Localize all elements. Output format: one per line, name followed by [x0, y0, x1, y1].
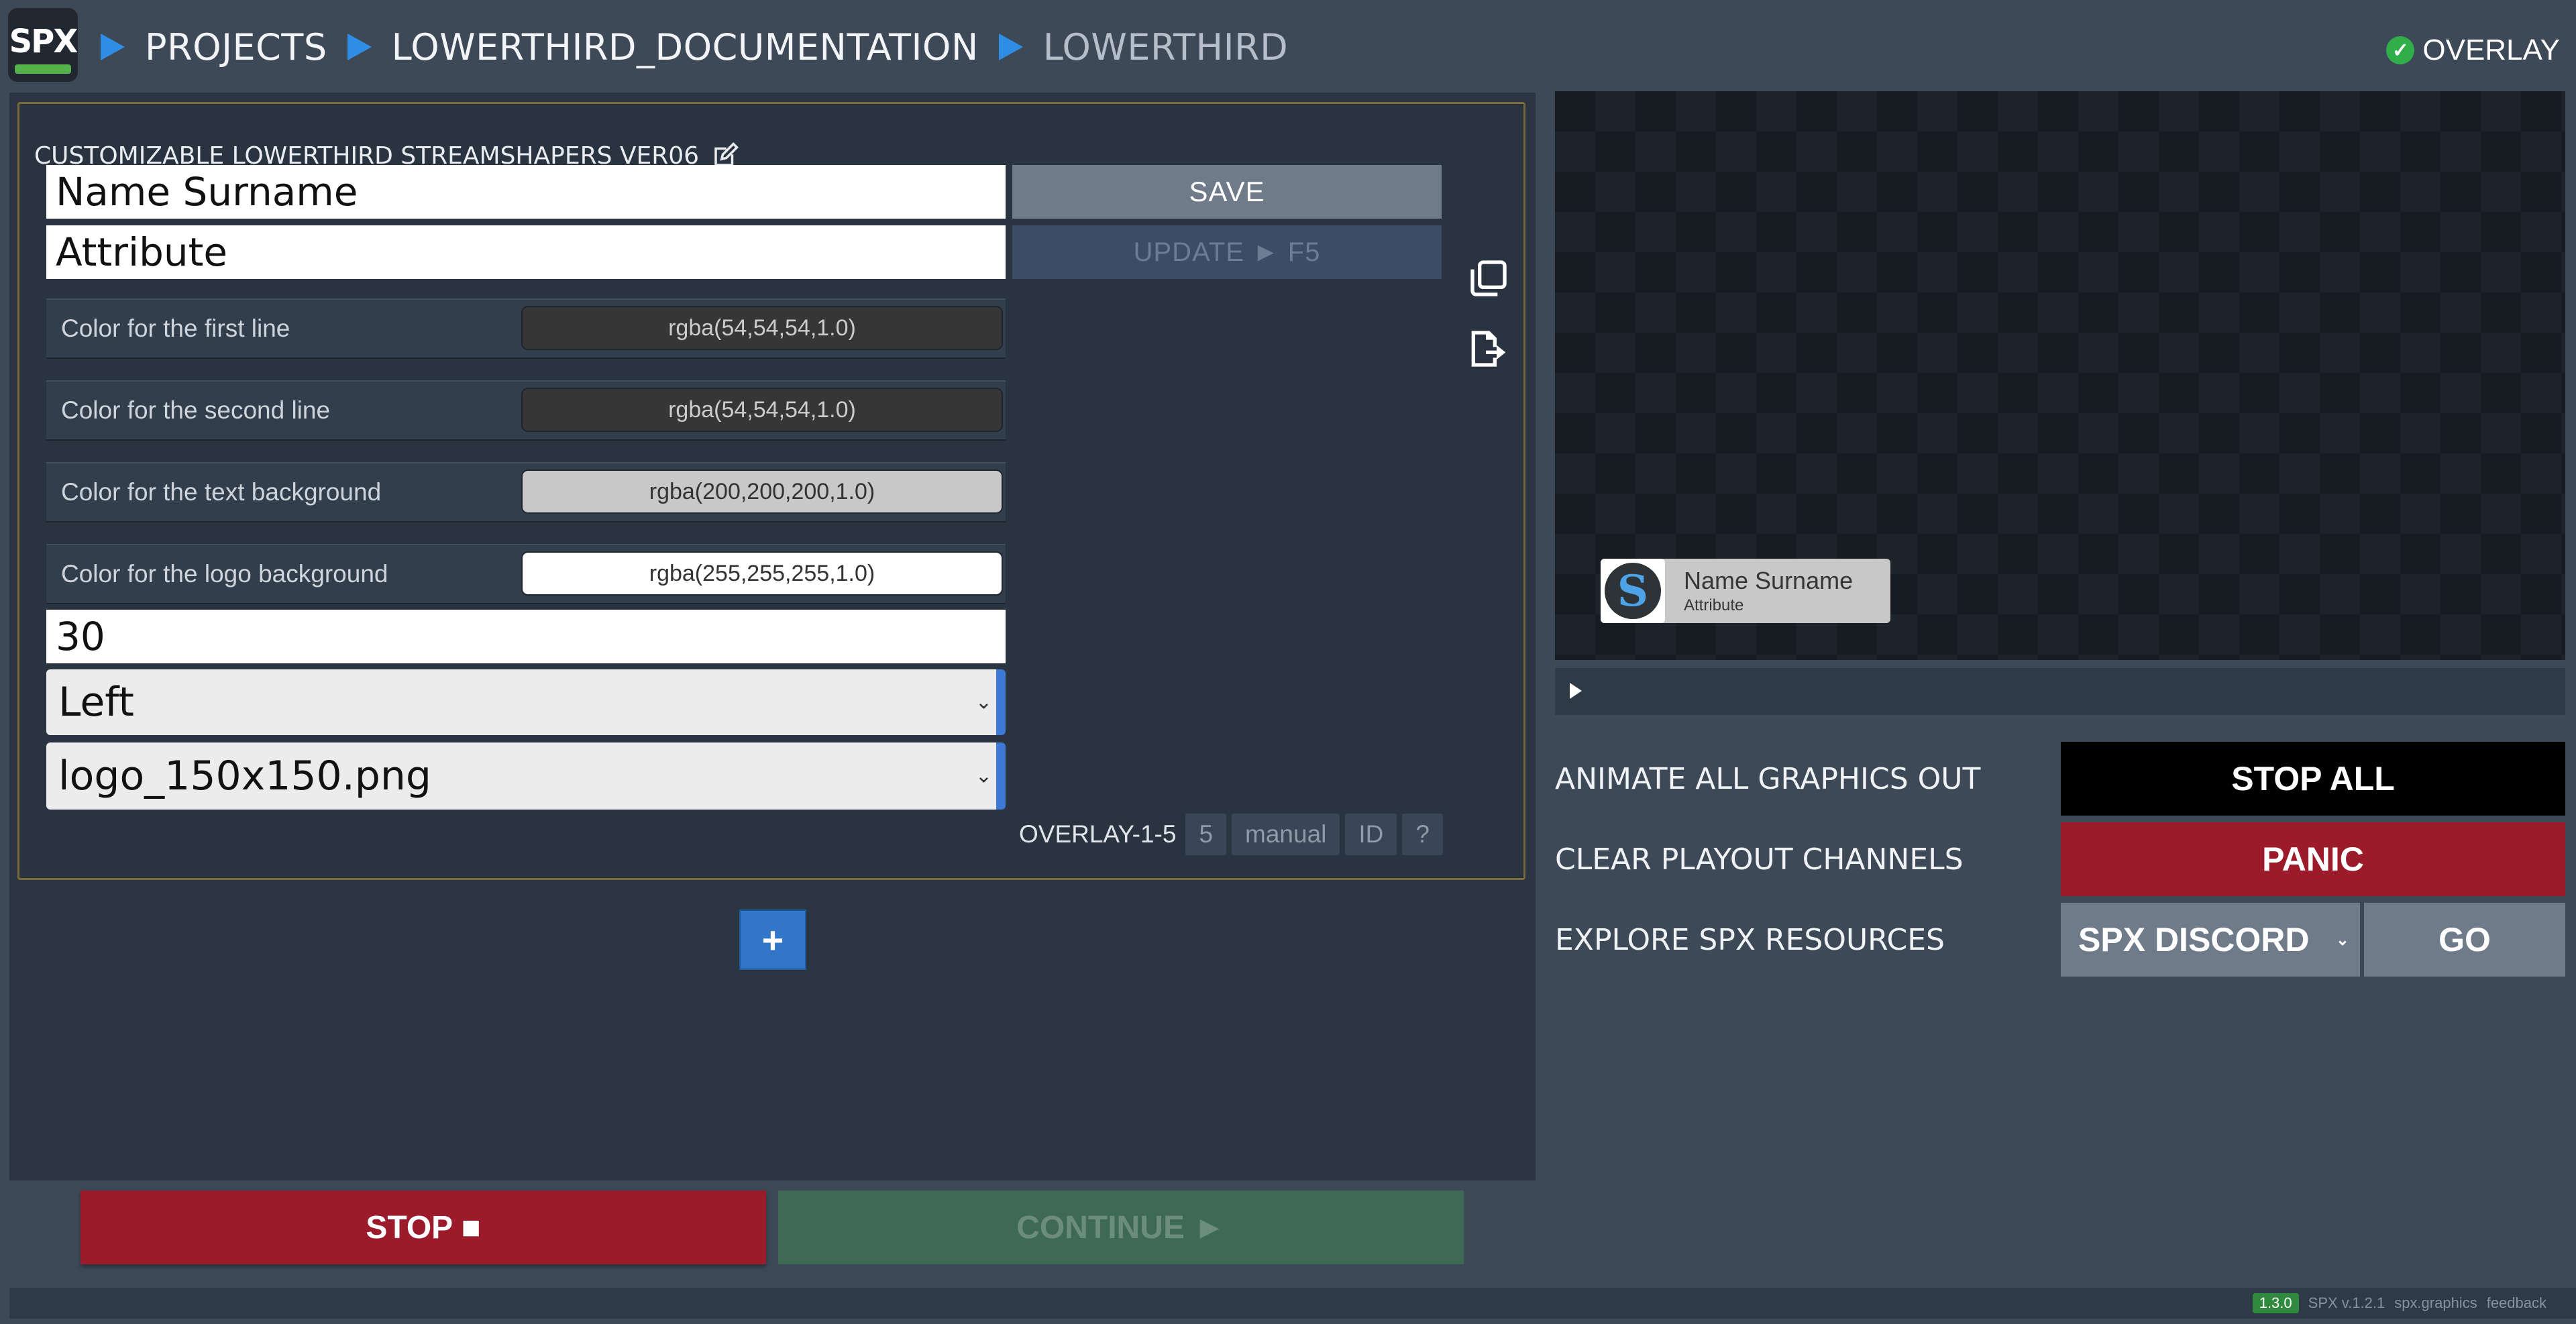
breadcrumb-rundown: LOWERTHIRD	[1042, 25, 1289, 68]
position-select-value: Left	[58, 679, 134, 726]
number-input[interactable]: 30	[46, 610, 1006, 663]
breadcrumb-projects[interactable]: PROJECTS	[145, 26, 327, 68]
item-meta: OVERLAY-1-5 5 manual ID ?	[1019, 814, 1448, 855]
color-row-second-line: Color for the second line rgba(54,54,54,…	[46, 380, 1006, 441]
rundown-item-card: CUSTOMIZABLE LOWERTHIRD STREAMSHAPERS VE…	[17, 102, 1525, 880]
color-picker[interactable]: rgba(255,255,255,1.0)	[521, 551, 1003, 596]
layer-chip[interactable]: 5	[1185, 814, 1227, 855]
spx-logo[interactable]: SPX	[8, 8, 78, 82]
rundown-panel: CUSTOMIZABLE LOWERTHIRD STREAMSHAPERS VE…	[9, 93, 1536, 1180]
mode-chip[interactable]: manual	[1232, 814, 1340, 855]
header: SPX PROJECTS LOWERTHIRD_DOCUMENTATION LO…	[0, 0, 2576, 94]
breadcrumb-arrow-icon	[347, 34, 372, 60]
save-button[interactable]: SAVE	[1012, 165, 1442, 219]
chevron-down-icon: ⌄	[2335, 930, 2349, 949]
resource-select[interactable]: SPX DISCORD ⌄	[2061, 903, 2360, 977]
logo-select-value: logo_150x150.png	[58, 753, 431, 799]
duplicate-icon[interactable]	[1467, 255, 1510, 302]
color-row-logo-background: Color for the logo background rgba(255,2…	[46, 544, 1006, 604]
color-row-first-line: Color for the first line rgba(54,54,54,1…	[46, 298, 1006, 359]
spx-logo-bar	[15, 64, 71, 74]
breadcrumb-project[interactable]: LOWERTHIRD_DOCUMENTATION	[392, 26, 979, 68]
color-picker[interactable]: rgba(200,200,200,1.0)	[521, 470, 1003, 514]
export-file-icon[interactable]	[1464, 325, 1507, 372]
spx-logo-text: SPX	[9, 23, 78, 60]
version-badge[interactable]: 1.3.0	[2252, 1293, 2299, 1313]
resource-select-value: SPX DISCORD	[2078, 921, 2310, 958]
add-item-button[interactable]: +	[739, 909, 806, 970]
position-select[interactable]: Left ⌄	[46, 669, 1006, 735]
line2-input[interactable]: Attribute	[46, 225, 1006, 279]
breadcrumb: PROJECTS LOWERTHIRD_DOCUMENTATION LOWERT…	[101, 20, 1308, 74]
stop-button[interactable]: STOP ■	[80, 1191, 766, 1264]
footer: 1.3.0 SPX v.1.2.1 spx.graphics feedback	[9, 1288, 2576, 1319]
color-label: Color for the second line	[61, 396, 331, 424]
color-label: Color for the logo background	[61, 560, 388, 588]
explore-resources-label: EXPLORE SPX RESOURCES	[1555, 922, 1945, 957]
streamshapers-logo-icon: S	[1605, 563, 1661, 619]
check-circle-icon: ✓	[2386, 36, 2415, 64]
version-text: SPX v.1.2.1	[2308, 1294, 2385, 1311]
lowerthird-logo: S	[1601, 559, 1665, 623]
preview-player-bar	[1555, 668, 2565, 715]
line1-input[interactable]: Name Surname	[46, 165, 1006, 219]
preview-window: S Name Surname Attribute	[1555, 91, 2565, 660]
help-chip[interactable]: ?	[1402, 814, 1443, 855]
status-label: OVERLAY	[2422, 34, 2560, 66]
overlay-label: OVERLAY-1-5	[1019, 820, 1177, 848]
feedback-link[interactable]: feedback	[2487, 1294, 2546, 1312]
color-label: Color for the text background	[61, 478, 382, 506]
id-chip[interactable]: ID	[1345, 814, 1397, 855]
lowerthird-name: Name Surname	[1684, 567, 1854, 594]
clear-channels-label: CLEAR PLAYOUT CHANNELS	[1555, 842, 1964, 877]
color-picker[interactable]: rgba(54,54,54,1.0)	[521, 306, 1003, 350]
continue-button[interactable]: CONTINUE ►	[778, 1191, 1464, 1264]
go-button[interactable]: GO	[2364, 903, 2565, 977]
logo-select[interactable]: logo_150x150.png ⌄	[46, 742, 1006, 810]
breadcrumb-arrow-icon	[101, 34, 125, 60]
color-picker[interactable]: rgba(54,54,54,1.0)	[521, 388, 1003, 432]
renderer-status: ✓ OVERLAY	[2386, 34, 2560, 67]
color-label: Color for the first line	[61, 315, 290, 342]
breadcrumb-arrow-icon	[998, 34, 1023, 60]
stop-all-button[interactable]: STOP ALL	[2061, 742, 2565, 816]
site-link[interactable]: spx.graphics	[2394, 1294, 2477, 1312]
lowerthird-preview: S Name Surname Attribute	[1601, 559, 1890, 623]
color-row-text-background: Color for the text background rgba(200,2…	[46, 462, 1006, 522]
chevron-down-icon: ⌄	[975, 690, 992, 714]
animate-out-label: ANIMATE ALL GRAPHICS OUT	[1555, 761, 1981, 796]
chevron-down-icon: ⌄	[975, 764, 992, 788]
play-icon[interactable]	[1570, 683, 1582, 699]
update-button[interactable]: UPDATE ► F5	[1012, 225, 1442, 279]
panic-button[interactable]: PANIC	[2061, 822, 2565, 896]
lowerthird-attribute: Attribute	[1684, 596, 1744, 614]
